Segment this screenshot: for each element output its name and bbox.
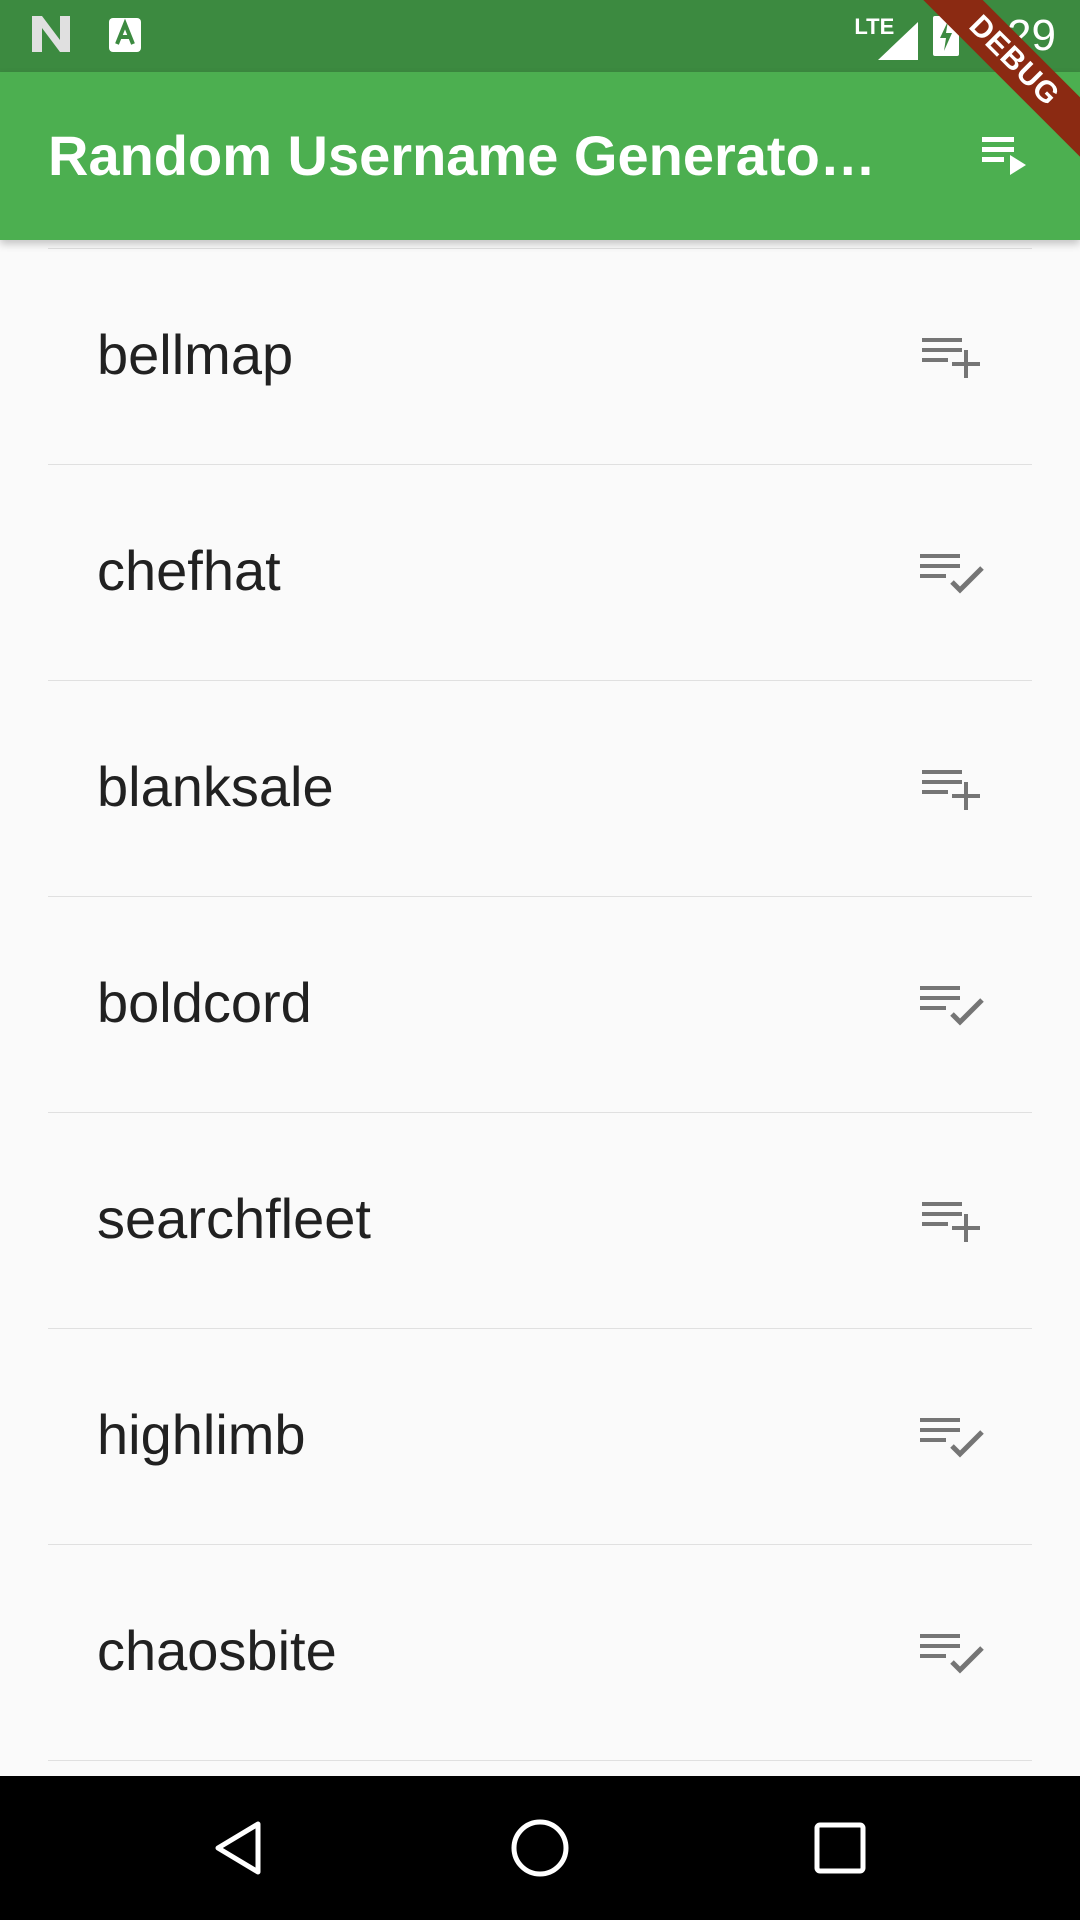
playlist-add-icon[interactable] [920, 761, 984, 817]
app-bar: Random Username Generator… [0, 72, 1080, 240]
username-label: chaosbite [97, 1619, 337, 1682]
list-item[interactable]: searchfleet [48, 1113, 1032, 1329]
username-label: searchfleet [97, 1187, 371, 1250]
playlist-add-check-icon[interactable] [920, 1409, 984, 1465]
playlist-add-check-icon[interactable] [920, 1625, 984, 1681]
username-label: bellmap [97, 323, 294, 386]
playlist-add-check-icon[interactable] [920, 977, 984, 1033]
status-bar: LTE 7:29 [0, 0, 1080, 72]
status-notifications [30, 14, 142, 59]
list-item[interactable]: highlimb [48, 1329, 1032, 1545]
n-logo-icon [30, 14, 72, 59]
saved-list-button[interactable] [976, 128, 1032, 184]
playlist-add-icon[interactable] [920, 1193, 984, 1249]
home-icon[interactable] [506, 1814, 574, 1882]
username-label: blanksale [97, 755, 334, 818]
username-list[interactable]: bellmap chefhat blanksale boldcord searc… [0, 240, 1080, 1776]
recents-icon[interactable] [806, 1814, 874, 1882]
app-title: Random Username Generator… [48, 124, 888, 187]
android-a-icon [108, 14, 142, 59]
username-label: chefhat [97, 539, 281, 602]
username-label: highlimb [97, 1403, 306, 1466]
list-item[interactable]: chaosbite [48, 1545, 1032, 1761]
list-item[interactable]: boldcord [48, 897, 1032, 1113]
signal-icon: LTE [854, 14, 922, 60]
username-label: boldcord [97, 971, 312, 1034]
system-nav-bar [0, 1776, 1080, 1920]
playlist-add-check-icon[interactable] [920, 545, 984, 601]
back-icon[interactable] [206, 1814, 274, 1882]
list-item[interactable]: bellmap [48, 249, 1032, 465]
list-item[interactable]: chefhat [48, 465, 1032, 681]
list-item[interactable]: blanksale [48, 681, 1032, 897]
playlist-add-icon[interactable] [920, 329, 984, 385]
playlist-play-icon [980, 133, 1028, 180]
